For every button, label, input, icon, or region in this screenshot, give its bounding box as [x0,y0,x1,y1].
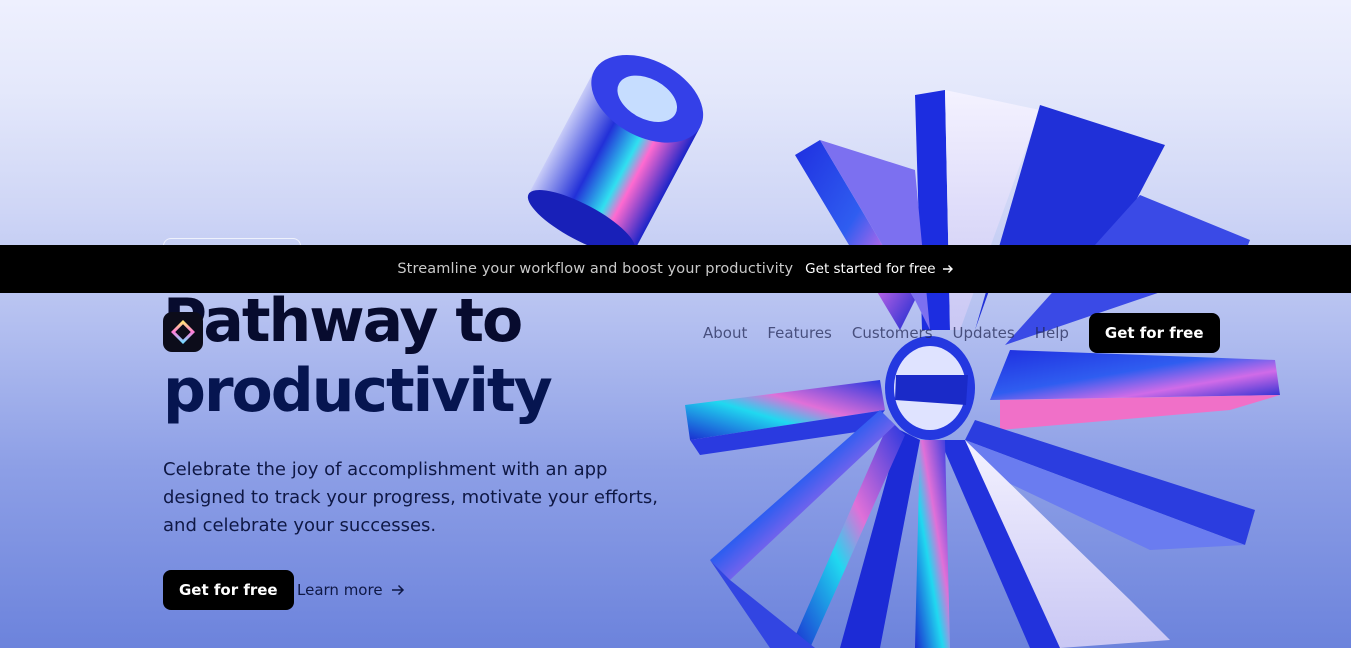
learn-more-label: Learn more [297,581,383,599]
nav-item-updates[interactable]: Updates [953,324,1015,342]
nav-item-customers[interactable]: Customers [852,324,933,342]
diamond-logo-icon[interactable] [163,312,203,352]
nav-item-help[interactable]: Help [1035,324,1069,342]
hero-learn-more-link[interactable]: Learn more [297,570,405,610]
banner-link-label: Get started for free [805,261,936,277]
announcement-banner: Streamline your workflow and boost your … [0,245,1351,293]
nav-item-about[interactable]: About [703,324,747,342]
hero-subtitle: Celebrate the joy of accomplishment with… [163,459,658,536]
banner-text: Streamline your workflow and boost your … [397,261,794,277]
cylinder-shape [527,54,704,255]
headline-line-1: Pathway to [163,286,523,356]
banner-get-started-link[interactable]: Get started for free [805,261,953,277]
main-nav: About Features Customers Updates Help Ge… [703,313,1220,353]
hero-headline: Pathway to productivity [163,286,723,426]
arrow-right-icon [391,583,405,597]
headline-line-2: productivity [163,356,553,426]
nav-item-features[interactable]: Features [767,324,832,342]
arrow-right-icon [942,263,954,275]
nav-get-for-free-button[interactable]: Get for free [1088,313,1220,353]
starburst-shape [685,90,1280,648]
hero-get-for-free-button[interactable]: Get for free [163,570,294,610]
